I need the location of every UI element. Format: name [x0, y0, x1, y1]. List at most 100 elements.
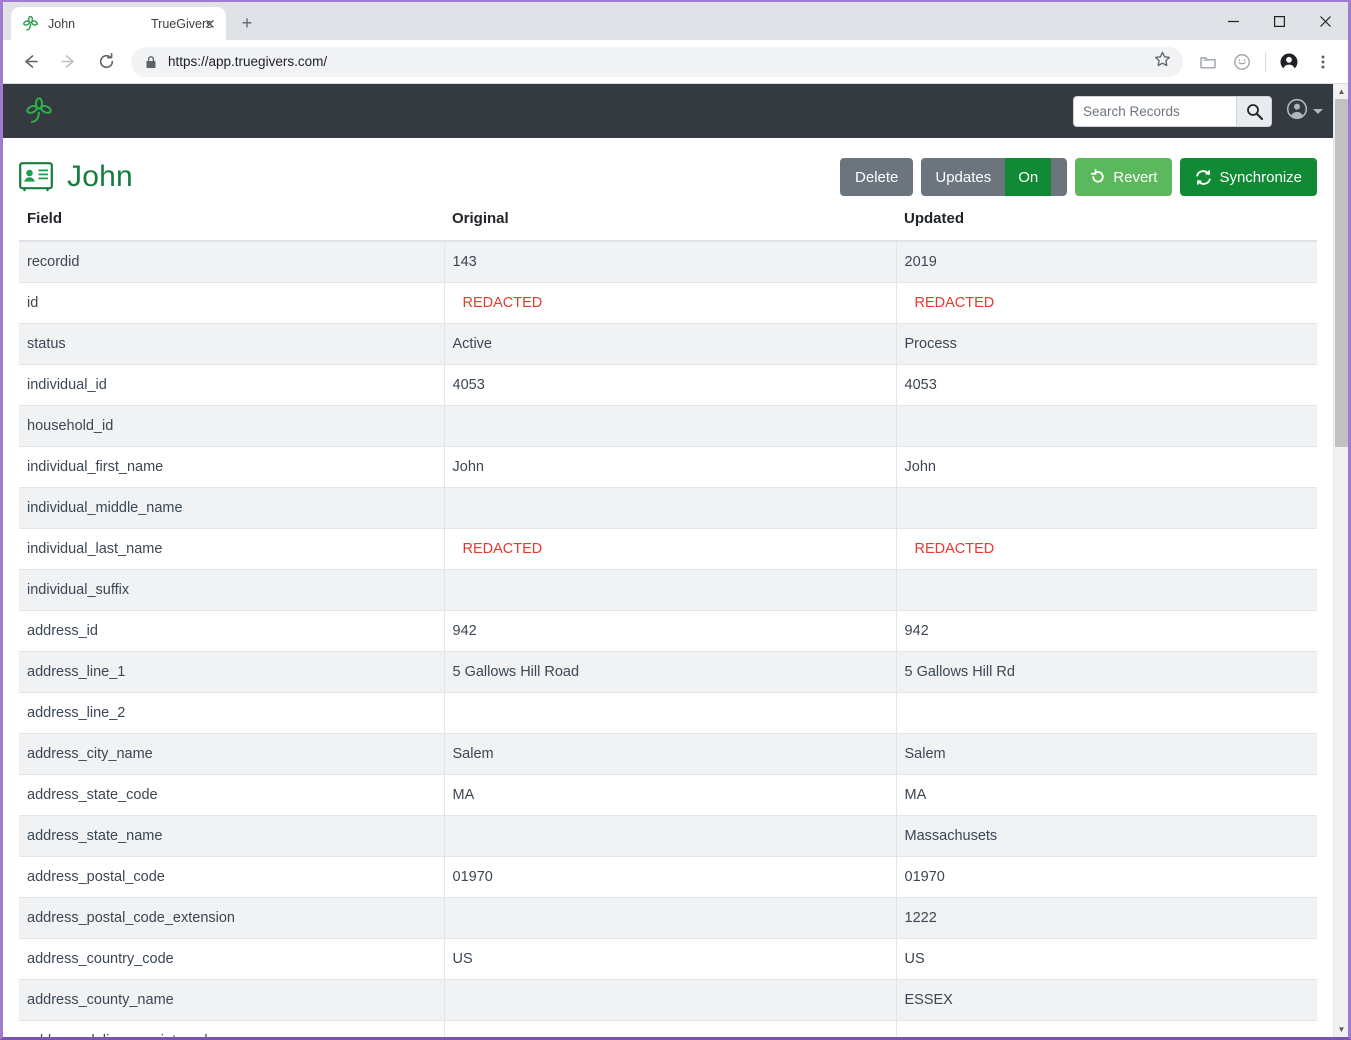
toolbar-divider	[1265, 51, 1266, 72]
user-menu[interactable]	[1286, 98, 1323, 125]
cell-original	[443, 405, 896, 447]
app-page: John Delete Updates On Revert Synch	[3, 84, 1333, 1037]
cell-field: individual_first_name	[19, 446, 444, 488]
minimize-icon[interactable]	[1210, 2, 1256, 40]
table-row: individual_middle_name	[19, 487, 1317, 529]
page-viewport: John Delete Updates On Revert Synch	[3, 84, 1348, 1037]
redacted-badge: REDACTED	[914, 294, 995, 311]
cell-original: Active	[443, 323, 896, 365]
search-input[interactable]	[1073, 95, 1236, 127]
cell-original: 5 Gallows Hill Road	[443, 651, 896, 693]
table-row: address_postal_code 01970 01970	[19, 856, 1317, 898]
updates-toggle-knob[interactable]	[1051, 158, 1068, 196]
extension-icon[interactable]	[1193, 47, 1223, 77]
cell-field: address_city_name	[19, 733, 444, 775]
cell-updated	[895, 692, 1317, 734]
table-row: address_line_2	[19, 692, 1317, 734]
cell-field: address_delivery_point_code	[19, 1020, 444, 1037]
table-row: individual_suffix	[19, 569, 1317, 611]
maximize-icon[interactable]	[1256, 2, 1302, 40]
column-header-original: Original	[444, 200, 896, 242]
table-row: address_id 942 942	[19, 610, 1317, 652]
record-action-buttons: Delete Updates On Revert Synchronize	[840, 158, 1317, 196]
close-window-icon[interactable]	[1302, 2, 1348, 40]
table-row: address_state_name Massachusets	[19, 815, 1317, 857]
updates-toggle-label: Updates	[921, 158, 1006, 196]
cell-field: address_line_2	[19, 692, 444, 734]
id-card-icon	[19, 162, 53, 192]
scrollbar-thumb[interactable]	[1335, 99, 1348, 447]
cell-updated: Process	[895, 323, 1317, 365]
cell-original: 4053	[443, 364, 896, 406]
cell-original: REDACTED	[443, 282, 896, 324]
cell-field: individual_suffix	[19, 569, 444, 611]
table-row: recordid 143 2019	[19, 241, 1317, 283]
scroll-up-arrow-icon[interactable]: ▲	[1334, 84, 1348, 99]
page-title: John	[67, 160, 133, 193]
table-row: id REDACTED REDACTED	[19, 282, 1317, 324]
cell-original: Salem	[443, 733, 896, 775]
revert-button[interactable]: Revert	[1075, 158, 1173, 196]
cell-field: address_postal_code	[19, 856, 444, 898]
undo-icon	[1091, 169, 1104, 183]
table-row: household_id	[19, 405, 1317, 447]
reload-icon[interactable]	[90, 46, 122, 78]
cell-field: address_country_code	[19, 938, 444, 980]
cell-field: address_county_name	[19, 979, 444, 1021]
forward-icon[interactable]	[52, 46, 84, 78]
redacted-badge: REDACTED	[914, 540, 995, 557]
address-bar[interactable]: https://app.truegivers.com/	[131, 46, 1183, 77]
sprout-logo[interactable]	[19, 91, 59, 131]
table-head: Field Original Updated	[19, 200, 1317, 242]
cell-original: John	[443, 446, 896, 488]
window-controls	[1210, 2, 1348, 40]
table-body: recordid 143 2019 id REDACTED REDACTED status A…	[19, 241, 1317, 1037]
search-icon[interactable]	[1236, 95, 1272, 127]
cell-field: recordid	[19, 241, 444, 283]
cell-original: US	[443, 938, 896, 980]
back-icon[interactable]	[14, 46, 46, 78]
bookmark-star-icon[interactable]	[1154, 51, 1171, 73]
revert-button-label: Revert	[1113, 168, 1158, 186]
close-icon[interactable]: ✕	[202, 16, 218, 32]
record-diff-table: Field Original Updated recordid 143 2019 id…	[19, 200, 1317, 1037]
updates-toggle[interactable]: Updates On	[921, 158, 1068, 196]
cell-original	[443, 815, 896, 857]
cell-original: 01970	[443, 856, 896, 898]
column-header-field: Field	[19, 200, 444, 242]
cell-updated: 01970	[895, 856, 1317, 898]
cell-updated: 5 Gallows Hill Rd	[895, 651, 1317, 693]
profile-status-icon[interactable]	[1227, 47, 1257, 77]
cell-updated: 1222	[895, 897, 1317, 939]
cell-field: household_id	[19, 405, 444, 447]
cell-updated: REDACTED	[895, 282, 1317, 324]
app-navbar	[3, 84, 1333, 138]
cell-field: id	[19, 282, 444, 324]
table-row: individual_first_name John John	[19, 446, 1317, 488]
delete-button[interactable]: Delete	[840, 158, 914, 196]
column-header-updated: Updated	[896, 200, 1317, 242]
scroll-down-arrow-icon[interactable]: ▼	[1334, 1022, 1348, 1037]
table-header-row: Field Original Updated	[19, 200, 1317, 242]
record-table-wrapper: Field Original Updated recordid 143 2019 id…	[3, 200, 1333, 1037]
redacted-badge: REDACTED	[462, 294, 543, 311]
synchronize-button[interactable]: Synchronize	[1180, 158, 1317, 196]
cell-original: MA	[443, 774, 896, 816]
vertical-scrollbar[interactable]: ▲ ▼	[1333, 84, 1348, 1037]
browser-tab-john[interactable]: John TrueGivers ✕	[11, 7, 226, 40]
url-text: https://app.truegivers.com/	[168, 54, 328, 69]
more-menu-icon[interactable]	[1308, 47, 1338, 77]
search-records-group	[1073, 95, 1272, 127]
new-tab-button[interactable]: +	[233, 9, 261, 37]
table-row: address_delivery_point_code	[19, 1020, 1317, 1037]
cell-updated	[895, 487, 1317, 529]
table-row: address_city_name Salem Salem	[19, 733, 1317, 775]
cell-original	[443, 569, 896, 611]
cell-updated: US	[895, 938, 1317, 980]
sync-icon	[1196, 169, 1212, 185]
padlock-icon	[145, 55, 157, 69]
cell-original	[443, 979, 896, 1021]
cell-field: individual_last_name	[19, 528, 444, 570]
tab-title: John	[48, 16, 76, 31]
avatar-icon[interactable]	[1274, 47, 1304, 77]
